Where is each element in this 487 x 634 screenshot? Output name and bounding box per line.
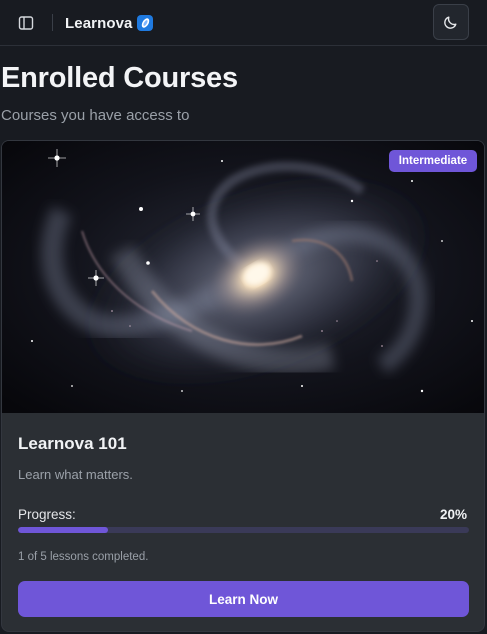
course-description: Learn what matters. <box>18 467 133 482</box>
course-image: Intermediate <box>2 141 484 413</box>
course-title: Learnova 101 <box>18 434 127 453</box>
moon-icon <box>444 16 457 29</box>
progress-label: Progress: <box>18 507 76 522</box>
level-badge: Intermediate <box>389 150 477 172</box>
progress-bar <box>18 527 469 533</box>
page-subtitle: Courses you have access to <box>1 107 190 124</box>
progress-bar-fill <box>18 527 109 533</box>
lessons-completed-text: 1 of 5 lessons completed. <box>18 551 149 563</box>
learnova-logo-icon <box>136 15 153 31</box>
top-bar: Learnova <box>0 0 487 46</box>
sidebar-toggle-button[interactable] <box>12 9 40 37</box>
brand[interactable]: Learnova <box>65 13 154 33</box>
page-title: Enrolled Courses <box>1 62 238 94</box>
theme-toggle-button[interactable] <box>433 4 469 40</box>
progress-value: 20% <box>439 507 467 522</box>
panel-left-icon <box>18 16 34 30</box>
learn-now-button[interactable]: Learn Now <box>18 581 469 617</box>
course-card: Intermediate Learnova 101 Learn what mat… <box>1 140 485 632</box>
brand-name: Learnova <box>65 14 133 32</box>
header-divider <box>52 14 53 31</box>
